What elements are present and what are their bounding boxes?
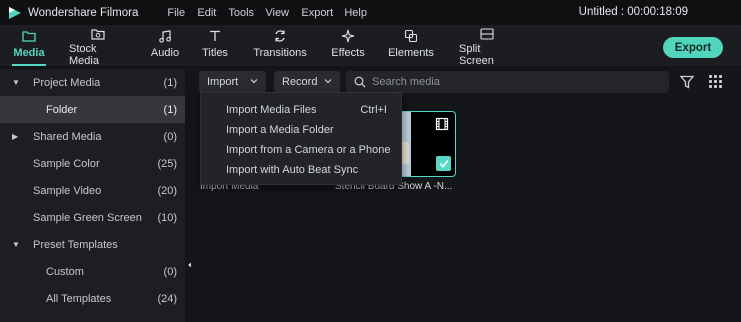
tab-titles[interactable]: Titles xyxy=(201,28,229,64)
text-icon xyxy=(207,28,223,44)
tab-effects[interactable]: Effects xyxy=(331,28,365,64)
elements-icon xyxy=(403,28,419,44)
caret-right-icon[interactable]: ▶ xyxy=(12,132,18,141)
split-screen-icon xyxy=(479,28,495,40)
sidebar-item-label: Project Media xyxy=(33,76,101,89)
tab-audio-label: Audio xyxy=(150,47,180,59)
sidebar-item-project-media[interactable]: ▼ Project Media (1) xyxy=(0,69,185,96)
main-toolbar: Media Stock Media Audio Titles Transitio… xyxy=(0,25,741,67)
sidebar-item-count: (10) xyxy=(157,211,177,224)
music-note-icon xyxy=(157,28,173,44)
tab-stock-media-label: Stock Media xyxy=(69,43,99,67)
sidebar-item-count: (0) xyxy=(163,265,177,278)
sidebar-item-sample-video[interactable]: Sample Video (20) xyxy=(0,177,185,204)
menu-view[interactable]: View xyxy=(265,7,301,19)
sidebar-item-count: (0) xyxy=(163,130,177,143)
sidebar-item-sample-green-screen[interactable]: Sample Green Screen (10) xyxy=(0,204,185,231)
sidebar-item-label: Sample Green Screen xyxy=(33,211,142,224)
menu-item-import-from-camera[interactable]: Import from a Camera or a Phone xyxy=(226,144,390,156)
film-icon xyxy=(435,117,449,131)
import-menu: Import Media Files Ctrl+I Import a Media… xyxy=(200,92,402,185)
sidebar-item-count: (25) xyxy=(157,157,177,170)
import-dropdown[interactable]: Import xyxy=(199,71,266,93)
search-input[interactable] xyxy=(372,76,652,88)
sidebar-item-sample-color[interactable]: Sample Color (25) xyxy=(0,150,185,177)
sidebar-item-label: Sample Color xyxy=(33,157,100,170)
tab-elements-label: Elements xyxy=(388,47,434,59)
tab-titles-label: Titles xyxy=(202,47,228,59)
sidebar-item-custom[interactable]: Custom (0) xyxy=(0,258,185,285)
sidebar-item-preset-templates[interactable]: ▼ Preset Templates xyxy=(0,231,185,258)
sidebar-item-label: Preset Templates xyxy=(33,238,118,251)
project-title: Untitled : 00:00:18:09 xyxy=(578,6,688,18)
menu-tools[interactable]: Tools xyxy=(228,7,265,19)
sidebar-item-count: (20) xyxy=(157,184,177,197)
tab-transitions[interactable]: Transitions xyxy=(253,28,307,64)
menu-help[interactable]: Help xyxy=(344,7,374,19)
menu-item-import-media-folder[interactable]: Import a Media Folder xyxy=(226,124,334,136)
tab-audio[interactable]: Audio xyxy=(150,28,180,64)
sidebar-item-label: All Templates xyxy=(46,292,112,305)
export-button[interactable]: Export xyxy=(663,37,723,58)
checkmark-icon xyxy=(436,156,451,171)
transitions-icon xyxy=(272,28,288,44)
title-bar: Wondershare Filmora File Edit Tools View… xyxy=(0,0,741,25)
search-icon xyxy=(354,76,366,88)
record-label: Record xyxy=(282,76,318,88)
stock-media-icon xyxy=(90,28,106,40)
caret-down-icon[interactable]: ▼ xyxy=(12,78,20,87)
chevron-down-icon xyxy=(250,79,258,84)
app-name: Wondershare Filmora xyxy=(28,6,139,19)
menu-item-import-media-files[interactable]: Import Media Files xyxy=(226,104,316,116)
filter-icon[interactable] xyxy=(679,74,695,90)
menu-edit[interactable]: Edit xyxy=(197,7,228,19)
menu-file[interactable]: File xyxy=(167,7,197,19)
caret-down-icon[interactable]: ▼ xyxy=(12,240,20,249)
sidebar-item-label: Custom xyxy=(46,265,84,278)
sidebar-item-shared-media[interactable]: ▶ Shared Media (0) xyxy=(0,123,185,150)
sidebar-item-label: Folder xyxy=(46,103,78,116)
sidebar-item-count: (1) xyxy=(163,76,177,89)
tab-stock-media[interactable]: Stock Media xyxy=(69,28,127,67)
tab-split-screen[interactable]: Split Screen xyxy=(459,28,514,67)
filmora-logo-icon xyxy=(8,6,22,20)
sparkle-icon xyxy=(340,28,356,44)
menu-bar: File Edit Tools View Export Help xyxy=(167,7,374,19)
menu-item-import-auto-beat-sync[interactable]: Import with Auto Beat Sync xyxy=(226,164,358,176)
sidebar-item-count: (1) xyxy=(163,103,177,116)
sidebar-item-all-templates[interactable]: All Templates (24) xyxy=(0,285,185,312)
tab-elements[interactable]: Elements xyxy=(388,28,434,64)
record-dropdown[interactable]: Record xyxy=(274,71,340,93)
sidebar-item-count: (24) xyxy=(157,292,177,305)
shortcut-label: Ctrl+I xyxy=(360,104,387,116)
tab-media[interactable]: Media xyxy=(12,28,46,66)
sidebar-item-label: Sample Video xyxy=(33,184,102,197)
tab-transitions-label: Transitions xyxy=(253,47,307,59)
menu-export[interactable]: Export xyxy=(301,7,344,19)
import-label: Import xyxy=(207,76,239,88)
folder-icon xyxy=(21,28,37,44)
tab-media-label: Media xyxy=(13,47,45,59)
search-box[interactable] xyxy=(346,71,669,93)
tab-effects-label: Effects xyxy=(331,47,365,59)
filmora-window: Wondershare Filmora File Edit Tools View… xyxy=(0,0,741,322)
tab-split-screen-label: Split Screen xyxy=(459,43,494,67)
grid-view-icon[interactable] xyxy=(709,75,722,88)
chevron-down-icon xyxy=(324,79,332,84)
sidebar-item-folder[interactable]: Folder (1) xyxy=(0,96,185,123)
sidebar-item-label: Shared Media xyxy=(33,130,102,143)
